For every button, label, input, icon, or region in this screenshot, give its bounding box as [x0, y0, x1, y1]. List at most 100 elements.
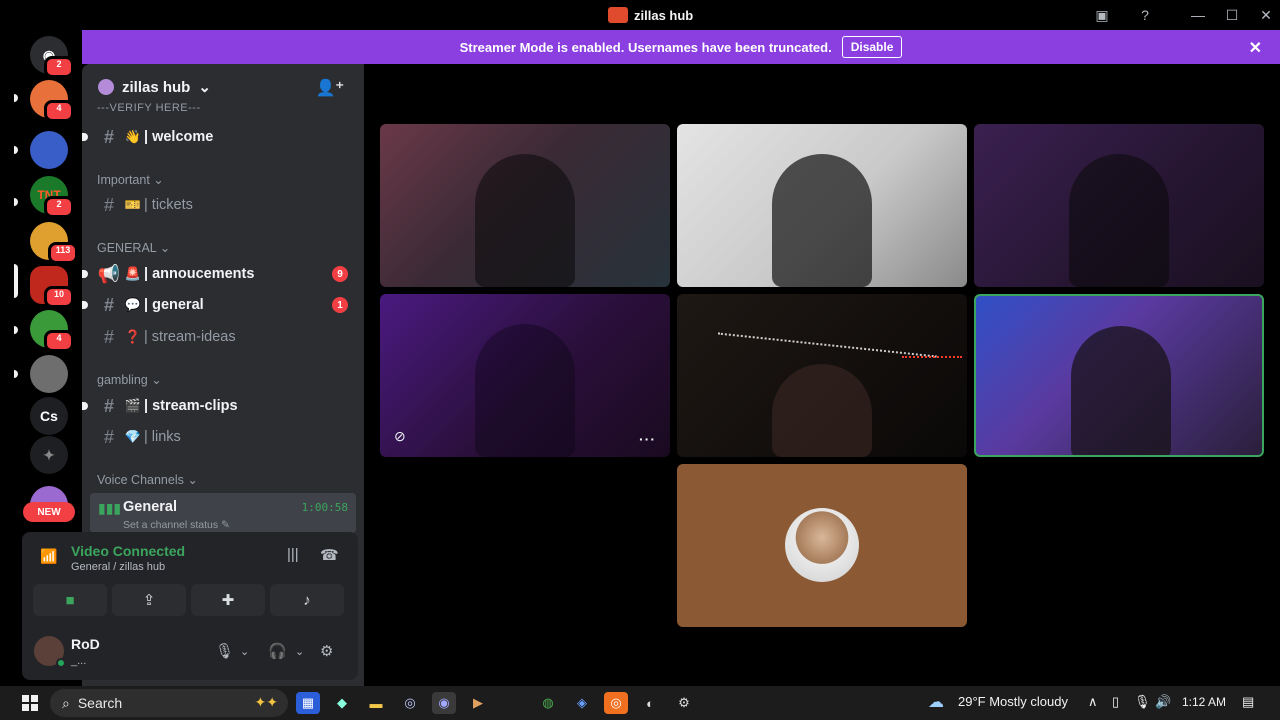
- weather-icon[interactable]: ☁: [928, 692, 944, 712]
- activities-button[interactable]: ✚: [191, 584, 265, 616]
- server-icon-5[interactable]: 10: [30, 266, 74, 308]
- microphone-icon[interactable]: 🎙: [215, 642, 234, 660]
- voice-channel-general[interactable]: ▮▮▮ General Set a channel status ✎ 1:00:…: [90, 493, 356, 533]
- participant-video: [1069, 154, 1169, 287]
- username[interactable]: RoD: [71, 636, 100, 652]
- widgets-icon[interactable]: ▦: [296, 692, 320, 714]
- connection-location[interactable]: General / zillas hub: [71, 561, 165, 573]
- phone-link-icon[interactable]: ▯: [1112, 694, 1119, 710]
- discord-home-icon[interactable]: ◉ 2: [30, 36, 74, 78]
- title-bar: zillas hub ▣ ? — ☐ ✕: [0, 0, 1280, 30]
- unread-badge: 113: [48, 242, 78, 264]
- soundboard-button[interactable]: ♪: [270, 584, 344, 616]
- selected-pill: [14, 264, 18, 298]
- video-stage: ⊘ ···: [364, 64, 1280, 686]
- window-title: zillas hub: [608, 6, 693, 24]
- noise-suppression-icon[interactable]: |||: [287, 546, 299, 563]
- steam-active-icon[interactable]: ◎: [604, 692, 628, 714]
- server-icon-1[interactable]: 4: [30, 80, 74, 122]
- unread-dot: [82, 402, 88, 410]
- disable-button[interactable]: Disable: [841, 36, 903, 58]
- disconnect-icon[interactable]: ☎: [320, 546, 339, 564]
- category-important[interactable]: Important ⌄: [97, 172, 164, 187]
- activities-icon: ✚: [221, 592, 235, 609]
- server-icon-tnt[interactable]: TNT 2: [30, 176, 74, 218]
- channel-stream-ideas[interactable]: # ❓ | stream-ideas: [90, 323, 356, 351]
- category-voice-channels[interactable]: Voice Channels ⌄: [97, 472, 198, 487]
- unread-badge: 4: [44, 100, 74, 122]
- server-icon-4[interactable]: 113: [30, 222, 78, 264]
- roblox-icon[interactable]: ◈: [570, 692, 594, 714]
- video-tile[interactable]: [677, 124, 967, 287]
- more-options-icon[interactable]: ···: [639, 431, 656, 447]
- channel-status-field[interactable]: Set a channel status ✎: [123, 519, 230, 531]
- tray-chevron-icon[interactable]: ∧: [1088, 694, 1098, 710]
- mic-tray-icon[interactable]: 🎙: [1134, 694, 1151, 710]
- video-tile[interactable]: [380, 124, 670, 287]
- clock[interactable]: 1:12 AM: [1182, 695, 1226, 709]
- unread-pill: [14, 326, 18, 334]
- camera-button[interactable]: ■: [33, 584, 107, 616]
- server-icon-9[interactable]: ✦: [30, 436, 68, 474]
- copilot-icon[interactable]: ◆: [330, 692, 354, 714]
- file-explorer-icon[interactable]: ▬: [364, 692, 388, 714]
- participant-video: [772, 154, 872, 287]
- server-icon-2[interactable]: [30, 131, 68, 169]
- obs-icon[interactable]: ◐: [638, 692, 662, 714]
- voice-connection-panel: 📶 Video Connected General / zillas hub |…: [22, 532, 358, 624]
- signal-icon[interactable]: 📶: [40, 548, 57, 565]
- volume-icon[interactable]: 🔊: [1155, 694, 1171, 710]
- unread-pill: [14, 198, 18, 206]
- category-general[interactable]: GENERAL ⌄: [97, 240, 170, 255]
- server-icon-6[interactable]: 4: [30, 310, 74, 352]
- server-icon-cs[interactable]: Cs: [30, 397, 68, 435]
- video-tile-avatar[interactable]: [677, 464, 967, 627]
- channel-general[interactable]: # 💬 | general 1: [82, 291, 356, 319]
- hidden-video-icon[interactable]: ⊘: [394, 428, 406, 445]
- close-banner-icon[interactable]: ✕: [1249, 38, 1262, 58]
- close-window-button[interactable]: ✕: [1255, 4, 1277, 26]
- text-channel-icon: #: [103, 326, 114, 347]
- screen-share-button[interactable]: ⇪: [112, 584, 186, 616]
- steam-icon[interactable]: ◎: [398, 692, 422, 714]
- invite-people-icon[interactable]: 👤⁺: [316, 78, 344, 98]
- settings-icon[interactable]: ⚙: [672, 692, 696, 714]
- unread-badge: 2: [44, 56, 74, 78]
- headphones-chevron-icon[interactable]: ⌄: [295, 645, 304, 658]
- chrome-icon[interactable]: ◍: [536, 692, 560, 714]
- new-badge[interactable]: NEW: [23, 502, 75, 522]
- video-tile[interactable]: ⊘ ···: [380, 294, 670, 457]
- channel-annoucements[interactable]: 📢 🚨 | annoucements 9: [82, 260, 356, 288]
- windows-start-icon[interactable]: [22, 695, 38, 711]
- minimize-button[interactable]: —: [1187, 4, 1209, 26]
- notifications-icon[interactable]: ▤: [1242, 694, 1254, 710]
- unread-pill: [14, 94, 18, 102]
- text-channel-icon: #: [103, 426, 114, 447]
- category-verify[interactable]: ---VERIFY HERE---: [97, 102, 201, 114]
- headphones-icon[interactable]: 🎧: [268, 642, 287, 660]
- channel-stream-clips[interactable]: # 🎬 | stream-clips: [82, 392, 356, 420]
- channel-welcome[interactable]: # 👋 | welcome: [82, 123, 356, 151]
- settings-gear-icon[interactable]: ⚙: [320, 642, 333, 660]
- announcement-channel-icon: 📢: [97, 263, 121, 284]
- help-icon[interactable]: ?: [1134, 4, 1156, 26]
- channel-links[interactable]: # 💎 | links: [90, 423, 356, 451]
- taskbar-search[interactable]: ⌕ Search ✦✦: [50, 689, 288, 717]
- weather-text[interactable]: 29°F Mostly cloudy: [958, 694, 1068, 709]
- connection-state: Video Connected: [71, 543, 186, 559]
- channel-tickets[interactable]: # 🎫 | tickets: [90, 191, 356, 219]
- participant-video: [475, 324, 575, 457]
- mic-chevron-icon[interactable]: ⌄: [240, 645, 249, 658]
- video-tile[interactable]: [677, 294, 967, 457]
- server-icon-7[interactable]: [30, 355, 68, 393]
- pencil-icon: ✎: [221, 519, 230, 531]
- video-tile-speaking[interactable]: [974, 294, 1264, 457]
- app-icon[interactable]: ▶: [466, 692, 490, 714]
- category-gambling[interactable]: gambling ⌄: [97, 372, 162, 387]
- inbox-icon[interactable]: ▣: [1091, 4, 1113, 26]
- discord-taskbar-icon[interactable]: ◉: [432, 692, 456, 714]
- search-icon: ⌕: [62, 694, 70, 711]
- maximize-button[interactable]: ☐: [1221, 4, 1243, 26]
- streamer-mode-banner: Streamer Mode is enabled. Usernames have…: [82, 30, 1280, 64]
- video-tile[interactable]: [974, 124, 1264, 287]
